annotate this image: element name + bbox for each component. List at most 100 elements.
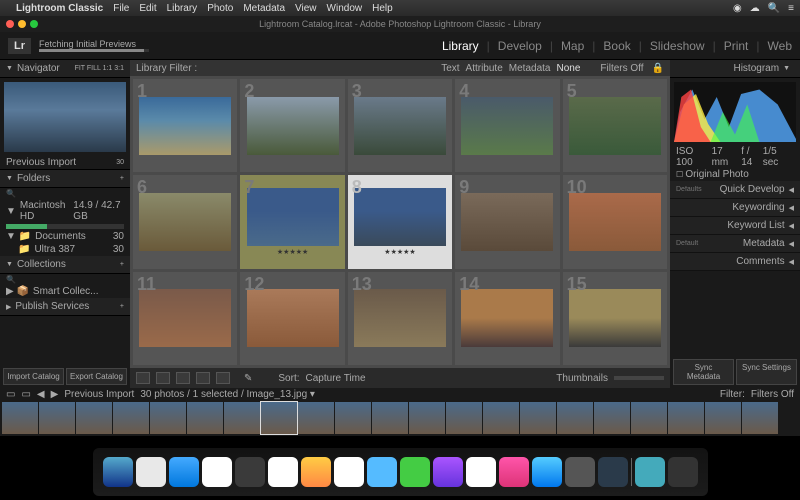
quick-develop-panel[interactable]: DefaultsQuick Develop◀	[670, 181, 800, 199]
menu-app[interactable]: Lightroom Classic	[16, 3, 103, 14]
sync-settings-button[interactable]: Sync Settings	[736, 359, 797, 385]
dock-trash-icon[interactable]	[668, 457, 698, 487]
folders-header[interactable]: ▼Folders+	[0, 170, 130, 188]
filter-text[interactable]: Text	[441, 63, 459, 74]
grid-cell-1[interactable]: 1	[133, 79, 237, 172]
film-thumb[interactable]	[742, 402, 778, 434]
menu-help[interactable]: Help	[372, 3, 393, 14]
collection-smart[interactable]: ▶ 📦Smart Collec...	[0, 285, 130, 298]
dock-music-icon[interactable]	[499, 457, 529, 487]
sort-dropdown[interactable]: Capture Time	[306, 373, 366, 384]
dock-reminders-icon[interactable]	[301, 457, 331, 487]
maximize-icon[interactable]	[30, 20, 38, 28]
film-thumb[interactable]	[187, 402, 223, 434]
module-library[interactable]: Library	[442, 39, 479, 53]
status-icon[interactable]: ◉	[733, 3, 742, 14]
grid-cell-9[interactable]: 9	[455, 175, 559, 268]
grid-cell-12[interactable]: 12	[240, 272, 344, 365]
histogram-header[interactable]: Histogram▼	[670, 60, 800, 78]
grid-cell-2[interactable]: 2	[240, 79, 344, 172]
film-thumb[interactable]	[298, 402, 334, 434]
module-develop[interactable]: Develop	[498, 39, 542, 53]
dock-appstore-icon[interactable]	[532, 457, 562, 487]
survey-view-icon[interactable]	[196, 372, 210, 384]
export-catalog-button[interactable]: Export Catalog	[66, 368, 127, 385]
import-catalog-button[interactable]: Import Catalog	[3, 368, 64, 385]
menu-file[interactable]: File	[113, 3, 129, 14]
dock-facetime-icon[interactable]	[400, 457, 430, 487]
volume-row[interactable]: ▼Macintosh HD14.9 / 42.7 GB	[0, 199, 130, 223]
dock-lightroom-icon[interactable]	[598, 457, 628, 487]
menu-view[interactable]: View	[295, 3, 317, 14]
film-thumb[interactable]	[372, 402, 408, 434]
filmstrip-roll[interactable]	[0, 400, 800, 436]
film-thumb[interactable]	[557, 402, 593, 434]
folder-ultra387[interactable]: 📁Ultra 38730	[0, 243, 130, 256]
menu-edit[interactable]: Edit	[139, 3, 156, 14]
dock-news-icon[interactable]	[466, 457, 496, 487]
film-thumb[interactable]	[668, 402, 704, 434]
dock-calendar-icon[interactable]	[202, 457, 232, 487]
dock-podcasts-icon[interactable]	[433, 457, 463, 487]
navigator-preview[interactable]	[4, 82, 126, 152]
collection-filter[interactable]: 🔍	[0, 274, 130, 285]
filmstrip-source[interactable]: Previous Import	[64, 389, 134, 400]
spotlight-icon[interactable]: 🔍	[768, 3, 780, 14]
metadata-panel[interactable]: DefaultMetadata◀	[670, 235, 800, 253]
module-map[interactable]: Map	[561, 39, 584, 53]
menu-photo[interactable]: Photo	[207, 3, 233, 14]
filmstrip-filters-off[interactable]: Filters Off	[751, 389, 794, 400]
dock-contacts-icon[interactable]	[235, 457, 265, 487]
cc-icon[interactable]: ☁	[750, 3, 760, 14]
dock-mail-icon[interactable]	[169, 457, 199, 487]
grid-cell-8[interactable]: 8★★★★★	[348, 175, 452, 268]
collections-header[interactable]: ▼Collections+	[0, 256, 130, 274]
loupe-view-icon[interactable]	[156, 372, 170, 384]
publish-header[interactable]: ▶Publish Services+	[0, 298, 130, 316]
nav-fwd-icon[interactable]: ▶	[51, 389, 59, 400]
film-thumb[interactable]	[39, 402, 75, 434]
navigator-header[interactable]: ▼NavigatorFIT FILL 1:1 3:1	[0, 60, 130, 78]
grid-cell-7[interactable]: 7★★★★★	[240, 175, 344, 268]
original-photo-checkbox[interactable]: ☐ Original Photo	[670, 168, 800, 181]
film-thumb[interactable]	[261, 402, 297, 434]
dock-photos-icon[interactable]	[334, 457, 364, 487]
keywording-panel[interactable]: Keywording◀	[670, 199, 800, 217]
film-thumb[interactable]	[150, 402, 186, 434]
filter-metadata[interactable]: Metadata	[509, 63, 551, 74]
film-thumb[interactable]	[631, 402, 667, 434]
filter-lock-icon[interactable]: 🔒	[652, 63, 664, 74]
dock-messages-icon[interactable]	[367, 457, 397, 487]
catalog-previous-import[interactable]: Previous Import30	[0, 156, 130, 170]
compare-view-icon[interactable]	[176, 372, 190, 384]
sync-metadata-button[interactable]: Sync Metadata	[673, 359, 734, 385]
film-thumb[interactable]	[705, 402, 741, 434]
people-view-icon[interactable]	[216, 372, 230, 384]
film-thumb[interactable]	[446, 402, 482, 434]
filmstrip-info[interactable]: 30 photos / 1 selected / Image_13.jpg ▾	[140, 389, 315, 400]
filters-off[interactable]: Filters Off	[600, 63, 643, 74]
grid-cell-13[interactable]: 13	[348, 272, 452, 365]
keyword-list-panel[interactable]: Keyword List◀	[670, 217, 800, 235]
film-thumb[interactable]	[224, 402, 260, 434]
film-thumb[interactable]	[2, 402, 38, 434]
grid-cell-3[interactable]: 3	[348, 79, 452, 172]
module-web[interactable]: Web	[768, 39, 792, 53]
histogram-display[interactable]	[674, 82, 796, 142]
comments-panel[interactable]: Comments◀	[670, 253, 800, 271]
second-window-icon[interactable]: ▭	[21, 389, 30, 400]
dock-downloads-icon[interactable]	[635, 457, 665, 487]
folder-documents[interactable]: ▼ 📁Documents30	[0, 230, 130, 243]
film-thumb[interactable]	[520, 402, 556, 434]
film-thumb[interactable]	[409, 402, 445, 434]
grid-cell-10[interactable]: 10	[563, 175, 667, 268]
module-slideshow[interactable]: Slideshow	[650, 39, 705, 53]
dock-finder-icon[interactable]	[103, 457, 133, 487]
film-thumb[interactable]	[483, 402, 519, 434]
module-book[interactable]: Book	[603, 39, 630, 53]
folder-filter[interactable]: 🔍	[0, 188, 130, 199]
dock-notes-icon[interactable]	[268, 457, 298, 487]
grid-cell-14[interactable]: 14	[455, 272, 559, 365]
grid-cell-11[interactable]: 11	[133, 272, 237, 365]
thumbnail-size-slider[interactable]	[614, 376, 664, 380]
